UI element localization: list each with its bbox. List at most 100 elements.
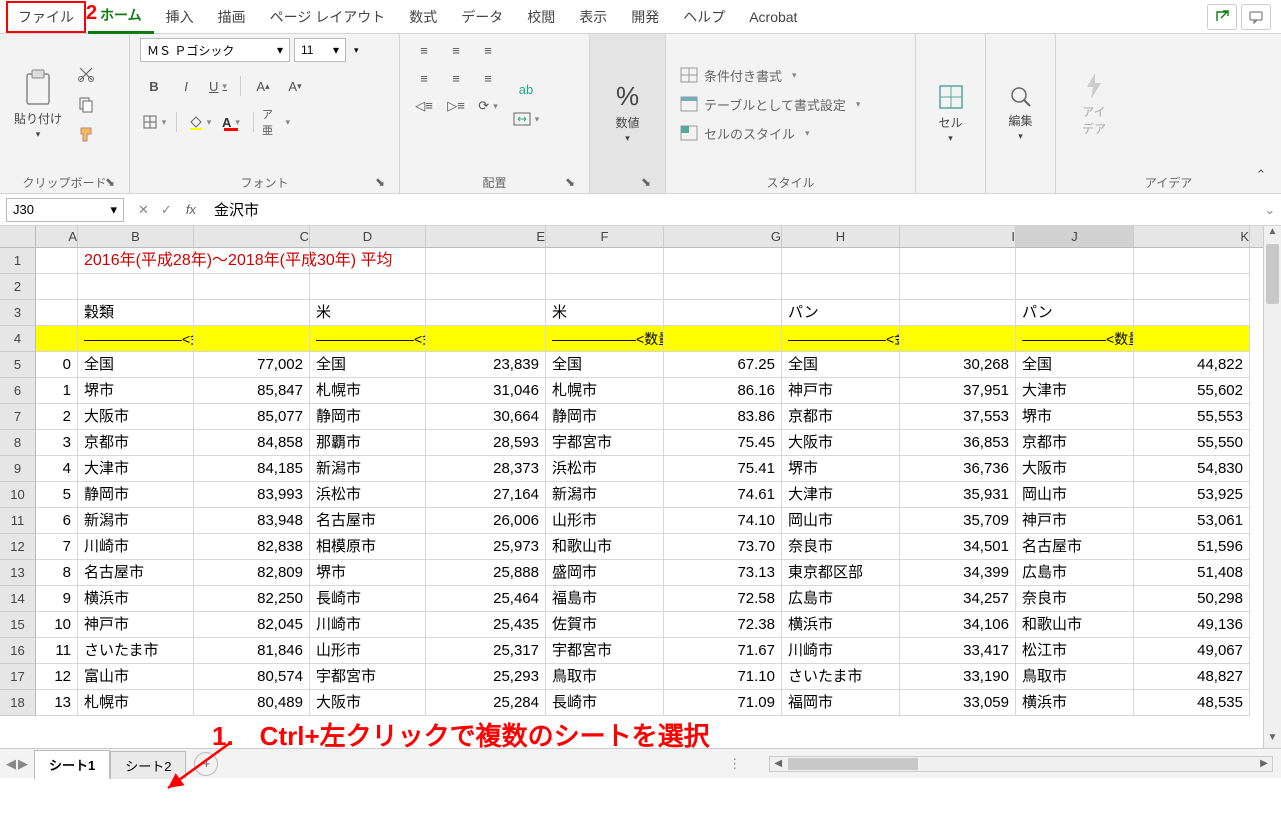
indent-decrease-button[interactable]: ◁≡ <box>410 94 438 118</box>
cell[interactable]: 和歌山市 <box>1016 612 1134 638</box>
cell[interactable]: さいたま市 <box>782 664 900 690</box>
cell[interactable]: 83,948 <box>194 508 310 534</box>
select-all-corner[interactable] <box>0 226 36 247</box>
cell[interactable]: 73.70 <box>664 534 782 560</box>
cell[interactable] <box>664 274 782 300</box>
collapse-ribbon-button[interactable]: ⌃ <box>1247 163 1275 187</box>
cell[interactable]: 28,593 <box>426 430 546 456</box>
merge-button[interactable] <box>512 107 540 131</box>
cell[interactable]: 静岡市 <box>310 404 426 430</box>
cell[interactable] <box>194 274 310 300</box>
align-center-button[interactable]: ≡ <box>442 66 470 90</box>
share-button[interactable] <box>1207 4 1237 30</box>
cell[interactable]: 宇都宮市 <box>310 664 426 690</box>
cell[interactable] <box>426 248 546 274</box>
row-header[interactable]: 10 <box>0 482 36 508</box>
tab-file[interactable]: ファイル <box>6 1 86 33</box>
tab-layout[interactable]: ページ レイアウト <box>258 1 398 33</box>
scroll-up-button[interactable]: ▲ <box>1264 226 1281 242</box>
cell[interactable]: 71.10 <box>664 664 782 690</box>
cell[interactable]: 新潟市 <box>546 482 664 508</box>
cell[interactable]: 34,106 <box>900 612 1016 638</box>
cell[interactable]: 3 <box>36 430 78 456</box>
cell[interactable]: 25,317 <box>426 638 546 664</box>
cell[interactable]: 82,809 <box>194 560 310 586</box>
cell[interactable] <box>78 274 194 300</box>
align-right-button[interactable]: ≡ <box>474 66 502 90</box>
number-launcher[interactable]: ⬊ <box>639 175 653 189</box>
row-header[interactable]: 6 <box>0 378 36 404</box>
cell[interactable]: 6 <box>36 508 78 534</box>
cell[interactable]: 49,067 <box>1134 638 1250 664</box>
cell[interactable] <box>900 248 1016 274</box>
cell[interactable]: 相模原市 <box>310 534 426 560</box>
borders-button[interactable] <box>140 110 168 134</box>
cell[interactable]: 1 <box>36 378 78 404</box>
row-header[interactable]: 14 <box>0 586 36 612</box>
col-header-I[interactable]: I <box>900 226 1016 247</box>
cell[interactable]: 新潟市 <box>78 508 194 534</box>
cell[interactable]: 和歌山市 <box>546 534 664 560</box>
cell[interactable]: 富山市 <box>78 664 194 690</box>
cell[interactable]: ―――――――<金 額>― <box>782 326 900 352</box>
cell[interactable]: 大阪市 <box>78 404 194 430</box>
cell[interactable] <box>900 300 1016 326</box>
cell[interactable]: 堺市 <box>310 560 426 586</box>
align-left-button[interactable]: ≡ <box>410 66 438 90</box>
cell[interactable]: 札幌市 <box>78 690 194 716</box>
fx-icon[interactable]: fx <box>186 202 206 217</box>
cell[interactable]: 広島市 <box>1016 560 1134 586</box>
cell[interactable] <box>546 274 664 300</box>
cell[interactable]: 堺市 <box>782 456 900 482</box>
cell[interactable]: 全国 <box>310 352 426 378</box>
cell[interactable]: 74.61 <box>664 482 782 508</box>
row-header[interactable]: 4 <box>0 326 36 352</box>
cell[interactable]: 名古屋市 <box>310 508 426 534</box>
cell[interactable]: 大津市 <box>782 482 900 508</box>
cell[interactable]: 73.13 <box>664 560 782 586</box>
cancel-formula-button[interactable]: ✕ <box>138 202 149 218</box>
cell[interactable]: 86.16 <box>664 378 782 404</box>
cell[interactable]: ―――――――<金 額>― <box>310 326 426 352</box>
cell[interactable]: 神戸市 <box>1016 508 1134 534</box>
tab-dev[interactable]: 開発 <box>619 1 671 33</box>
cell[interactable]: パン <box>782 300 900 326</box>
cell[interactable]: 7 <box>36 534 78 560</box>
cell[interactable]: 京都市 <box>78 430 194 456</box>
col-header-C[interactable]: C <box>194 226 310 247</box>
cell[interactable]: 全国 <box>546 352 664 378</box>
cell[interactable] <box>36 326 78 352</box>
cell[interactable]: 福島市 <box>546 586 664 612</box>
bold-button[interactable]: B <box>140 74 168 98</box>
cell[interactable]: 35,931 <box>900 482 1016 508</box>
cell[interactable]: 48,535 <box>1134 690 1250 716</box>
cell[interactable]: 83,993 <box>194 482 310 508</box>
cell[interactable]: 34,257 <box>900 586 1016 612</box>
cell[interactable]: 2016年(平成28年)～2018年(平成30年) 平均 <box>78 248 194 274</box>
sheet-split[interactable]: ⋮ <box>720 756 749 772</box>
col-header-F[interactable]: F <box>546 226 664 247</box>
cell[interactable]: 35,709 <box>900 508 1016 534</box>
cell[interactable]: 84,858 <box>194 430 310 456</box>
editing-button[interactable]: 編集▾ <box>996 38 1045 187</box>
cell[interactable] <box>546 248 664 274</box>
row-header[interactable]: 8 <box>0 430 36 456</box>
cell[interactable] <box>310 274 426 300</box>
cell[interactable]: 55,550 <box>1134 430 1250 456</box>
tab-formula[interactable]: 数式 <box>397 1 449 33</box>
cell[interactable]: 33,059 <box>900 690 1016 716</box>
row-header[interactable]: 9 <box>0 456 36 482</box>
cell[interactable]: 75.45 <box>664 430 782 456</box>
row-header[interactable]: 5 <box>0 352 36 378</box>
cell[interactable] <box>426 274 546 300</box>
cell[interactable]: 奈良市 <box>782 534 900 560</box>
ideas-button[interactable]: アイ デア <box>1066 38 1122 170</box>
cell[interactable]: 80,489 <box>194 690 310 716</box>
shrink-font-button[interactable]: A▾ <box>281 74 309 98</box>
cell[interactable] <box>194 326 310 352</box>
tab-review[interactable]: 校閲 <box>515 1 567 33</box>
scroll-right-button[interactable]: ▶ <box>1256 757 1272 771</box>
cell[interactable]: 82,045 <box>194 612 310 638</box>
cell[interactable]: 71.09 <box>664 690 782 716</box>
cell[interactable]: ――――――<数量: ｇ>― <box>1016 326 1134 352</box>
